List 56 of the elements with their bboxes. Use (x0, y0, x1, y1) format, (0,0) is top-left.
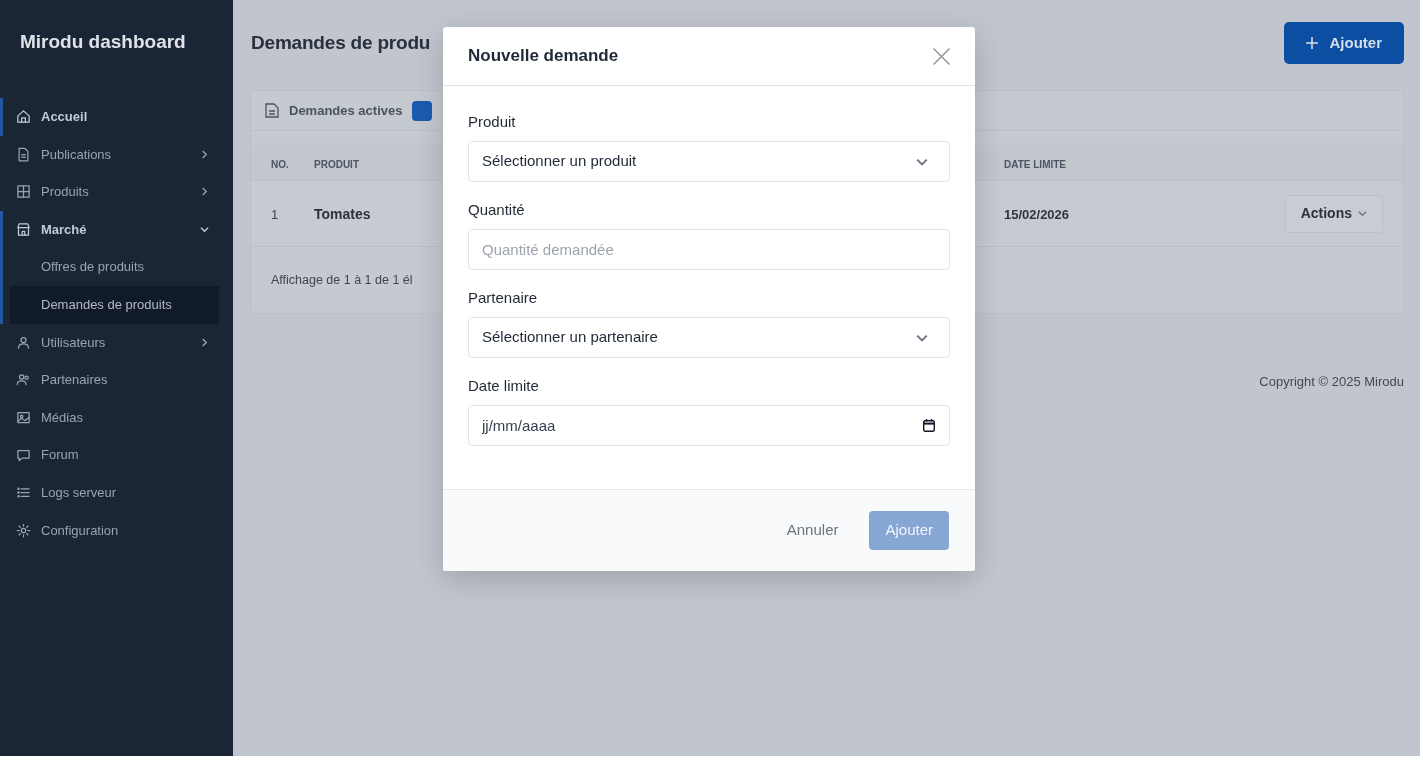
count-badge (412, 100, 433, 121)
modal-title: Nouvelle demande (468, 45, 619, 68)
pagination-info: Affichage de 1 à 1 de 1 él (271, 271, 413, 289)
page-title: Demandes de produ (251, 30, 431, 55)
column-header: PRODUIT (314, 158, 359, 170)
close-icon (932, 47, 950, 65)
nav-item[interactable]: Publications (3, 135, 233, 174)
nav-item[interactable]: Utilisateurs (3, 323, 233, 362)
chevron-icon (200, 149, 209, 159)
users-icon (16, 372, 31, 388)
nav-subitem[interactable]: Offres de produits (10, 248, 219, 286)
document-icon (16, 146, 31, 162)
copyright-text: Copyright © 2025 Mirodu (1259, 373, 1404, 391)
nav-item[interactable]: Médias (3, 398, 233, 437)
quantity-field[interactable]: Quantité demandée (468, 229, 950, 270)
list-icon (16, 485, 31, 501)
date-field[interactable]: jj/mm/aaaa (468, 405, 950, 446)
tab[interactable]: Demandes actives (265, 90, 433, 131)
chevron-icon (200, 225, 209, 235)
select-field[interactable]: Sélectionner un partenaire (468, 317, 950, 358)
nav-item[interactable]: Marché (3, 210, 233, 249)
house-icon (16, 109, 31, 125)
field-label: Produit (468, 112, 516, 132)
nav-item[interactable]: Produits (3, 173, 233, 211)
field-label: Quantité (468, 200, 525, 220)
nav-item[interactable]: Partenaires (3, 361, 233, 399)
field-label: Date limite (468, 376, 539, 396)
chevron-icon (200, 187, 209, 197)
table-cell: 1 (271, 206, 279, 222)
caret-icon (1358, 209, 1367, 218)
plus-icon (1305, 37, 1318, 49)
close-button[interactable] (932, 47, 950, 65)
app-logo-text: Mirodu dashboard (20, 29, 186, 54)
add-button[interactable]: Ajouter (1283, 22, 1404, 64)
nav-item[interactable]: Configuration (3, 511, 233, 550)
table-cell: 15/02/2026 (1004, 206, 1070, 222)
document-icon (265, 103, 279, 118)
gear-icon (16, 522, 31, 538)
shop-icon (16, 222, 31, 238)
field-label: Partenaire (468, 288, 538, 308)
user-icon (16, 334, 31, 350)
chat-icon (16, 447, 31, 463)
image-icon (16, 410, 31, 426)
select-field[interactable]: Sélectionner un produit (468, 141, 950, 182)
calendar-icon[interactable] (923, 419, 935, 432)
nav-subitem[interactable]: Demandes de produits (10, 285, 219, 324)
nav-item[interactable]: Forum (3, 436, 233, 474)
table-cell: Tomates (314, 205, 371, 222)
box-icon (16, 184, 31, 200)
actions-button[interactable]: Actions (1284, 194, 1383, 233)
nav-item[interactable]: Accueil (3, 98, 233, 136)
nav-item[interactable]: Logs serveur (3, 473, 233, 512)
cancel-button[interactable]: Annuler (784, 511, 841, 550)
column-header: DATE LIMITE (1004, 158, 1067, 170)
column-header: NO. (271, 158, 289, 170)
chevron-icon (200, 337, 209, 347)
